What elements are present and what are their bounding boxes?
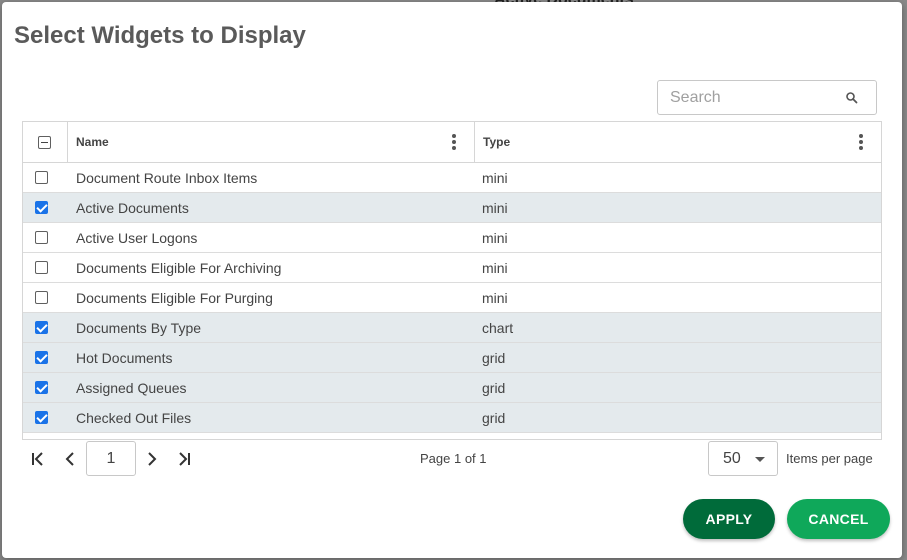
items-per-page-label: Items per page bbox=[786, 451, 873, 466]
dialog-title: Select Widgets to Display bbox=[14, 22, 306, 49]
row-name: Document Route Inbox Items bbox=[76, 170, 258, 186]
row-type: grid bbox=[482, 410, 506, 426]
table-row[interactable]: Checked Out Files grid bbox=[23, 403, 881, 433]
table-row[interactable]: Assigned Queues grid bbox=[23, 373, 881, 403]
apply-button[interactable]: APPLY bbox=[683, 499, 775, 539]
items-per-page-value: 50 bbox=[723, 450, 741, 467]
search-icon[interactable] bbox=[844, 90, 860, 106]
row-checkbox[interactable] bbox=[35, 291, 48, 304]
row-type: mini bbox=[482, 290, 508, 306]
search-input[interactable] bbox=[670, 87, 840, 109]
select-all-checkbox[interactable] bbox=[38, 136, 51, 149]
row-checkbox[interactable] bbox=[35, 321, 48, 334]
caret-down-icon bbox=[755, 457, 765, 462]
widgets-grid: Name Type Document Route Inbox Items mini… bbox=[22, 121, 882, 440]
table-row[interactable]: Document Route Inbox Items mini bbox=[23, 163, 881, 193]
table-row[interactable]: Documents By Type chart bbox=[23, 313, 881, 343]
pager: 1 Page 1 of 1 50 Items per page bbox=[22, 440, 882, 478]
row-type: mini bbox=[482, 260, 508, 276]
row-name: Checked Out Files bbox=[76, 410, 192, 426]
last-page-icon[interactable] bbox=[174, 449, 194, 469]
column-header-type[interactable]: Type bbox=[475, 122, 881, 162]
column-header-name-label: Name bbox=[76, 135, 109, 149]
row-name: Hot Documents bbox=[76, 350, 173, 366]
row-name: Active User Logons bbox=[76, 230, 198, 246]
more-vertical-icon[interactable] bbox=[447, 133, 461, 151]
row-type: mini bbox=[482, 170, 508, 186]
select-widgets-dialog: Select Widgets to Display Name Type Docu… bbox=[2, 2, 902, 558]
row-checkbox[interactable] bbox=[35, 201, 48, 214]
row-name: Assigned Queues bbox=[76, 380, 187, 396]
table-row[interactable]: Documents Eligible For Archiving mini bbox=[23, 253, 881, 283]
row-checkbox[interactable] bbox=[35, 381, 48, 394]
table-row[interactable]: Active User Logons mini bbox=[23, 223, 881, 253]
cancel-button[interactable]: CANCEL bbox=[787, 499, 890, 539]
row-checkbox[interactable] bbox=[35, 171, 48, 184]
row-type: grid bbox=[482, 380, 506, 396]
grid-rows: Document Route Inbox Items mini Active Doc… bbox=[23, 163, 881, 433]
first-page-icon[interactable] bbox=[28, 449, 48, 469]
header-checkbox-cell bbox=[23, 122, 68, 162]
table-row[interactable]: Active Documents mini bbox=[23, 193, 881, 223]
page-info: Page 1 of 1 bbox=[420, 451, 487, 466]
column-header-type-label: Type bbox=[483, 135, 511, 149]
page-number-input[interactable]: 1 bbox=[86, 441, 136, 476]
row-type: mini bbox=[482, 230, 508, 246]
next-page-icon[interactable] bbox=[142, 449, 162, 469]
prev-page-icon[interactable] bbox=[60, 449, 80, 469]
grid-header: Name Type bbox=[23, 122, 881, 163]
column-header-name[interactable]: Name bbox=[68, 122, 475, 162]
row-name: Documents Eligible For Archiving bbox=[76, 260, 282, 276]
row-checkbox[interactable] bbox=[35, 261, 48, 274]
row-checkbox[interactable] bbox=[35, 411, 48, 424]
more-vertical-icon[interactable] bbox=[854, 133, 868, 151]
row-type: chart bbox=[482, 320, 514, 336]
row-name: Active Documents bbox=[76, 200, 189, 216]
row-type: grid bbox=[482, 350, 506, 366]
row-type: mini bbox=[482, 200, 508, 216]
row-checkbox[interactable] bbox=[35, 351, 48, 364]
table-row[interactable]: Hot Documents grid bbox=[23, 343, 881, 373]
row-name: Documents By Type bbox=[76, 320, 202, 336]
items-per-page-select[interactable]: 50 bbox=[708, 441, 778, 476]
row-name: Documents Eligible For Purging bbox=[76, 290, 273, 306]
search-box[interactable] bbox=[657, 80, 877, 115]
table-row[interactable]: Documents Eligible For Purging mini bbox=[23, 283, 881, 313]
row-checkbox[interactable] bbox=[35, 231, 48, 244]
